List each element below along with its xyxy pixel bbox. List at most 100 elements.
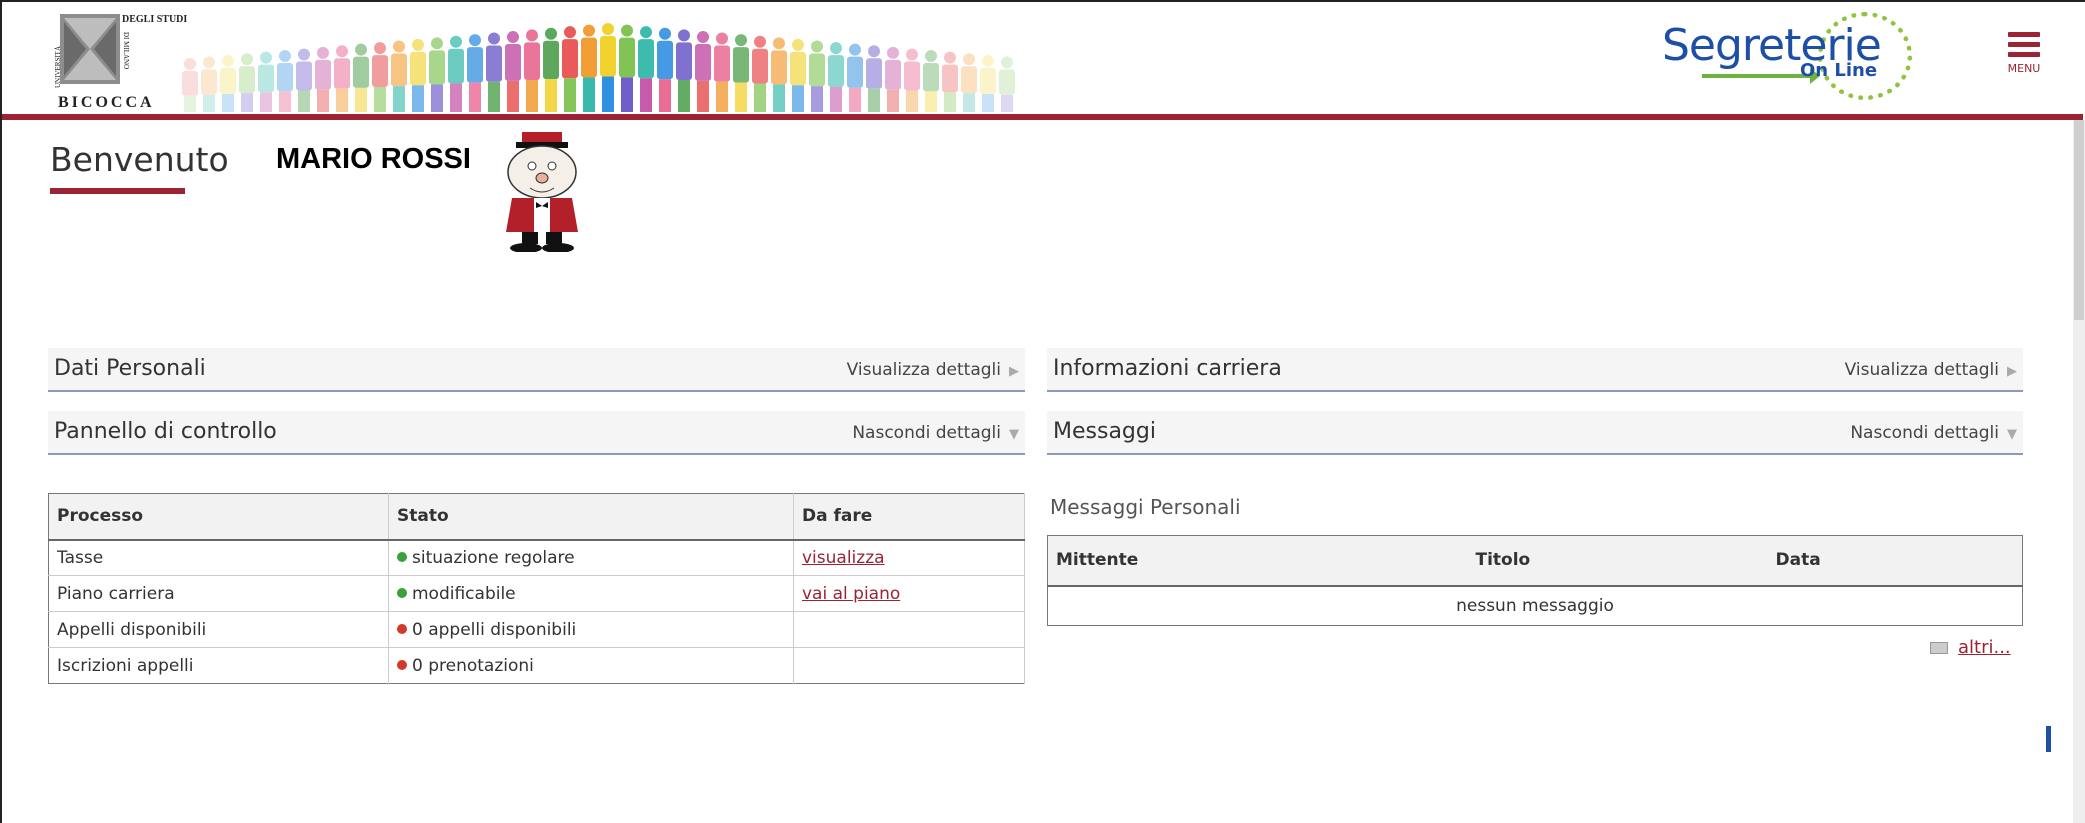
cell-processo: Tasse: [48, 539, 389, 576]
status-ok-icon: [397, 551, 407, 562]
heading-underline: [50, 188, 185, 194]
table-row: Tasse situazione regolare visualizza: [48, 539, 1025, 576]
action-label: Visualizza dettagli: [846, 360, 1001, 380]
visualizza-dettagli-link[interactable]: Visualizza dettagli ▶: [847, 360, 1019, 380]
nascondi-dettagli-link[interactable]: Nascondi dettagli ▼: [852, 423, 1019, 443]
triangle-right-icon: ▶: [1009, 364, 1019, 379]
altri-messages-link[interactable]: altri...: [1930, 637, 2011, 658]
cell-stato: situazione regolare: [388, 539, 794, 576]
person-figure: [771, 37, 787, 112]
panel-title: Informazioni carriera: [1053, 356, 1282, 381]
brand-subtitle: On Line: [1800, 60, 1878, 81]
menu-label: MENU: [2007, 62, 2041, 75]
cell-stato: 0 prenotazioni: [388, 647, 794, 684]
messages-table: Mittente Titolo Data nessun messaggio: [1047, 535, 2023, 626]
messages-section-title: Messaggi Personali: [1050, 495, 1241, 519]
person-figure: [353, 43, 369, 112]
user-name: MARIO ROSSI: [270, 143, 477, 176]
logo-top-text: DEGLI STUDI: [122, 14, 188, 25]
person-figure: [866, 45, 882, 112]
cell-da-fare: visualizza: [793, 539, 1025, 576]
header-accent-bar: [2, 114, 2083, 120]
person-figure: [429, 37, 445, 112]
person-figure: [790, 38, 806, 112]
person-figure: [467, 34, 483, 112]
person-figure: [486, 32, 502, 112]
hamburger-icon-line: [2008, 52, 2040, 57]
process-table: Processo Stato Da fare Tasse situazione …: [48, 493, 1025, 684]
column-header: Stato: [388, 493, 794, 541]
person-figure: [885, 46, 901, 112]
table-row: Piano carriera modificabile vai al piano: [48, 575, 1025, 612]
logo-emblem: [60, 14, 120, 84]
person-figure: [980, 54, 996, 112]
person-figure: [999, 56, 1015, 112]
person-figure: [600, 23, 616, 112]
column-header: Da fare: [793, 493, 1025, 541]
page-header: UNIVERSITÀ DEGLI STUDI DI MILANO BICOCCA…: [2, 2, 2083, 120]
person-figure: [410, 38, 426, 112]
table-row: Appelli disponibili 0 appelli disponibil…: [48, 611, 1025, 648]
hamburger-icon-line: [2008, 42, 2040, 47]
person-figure: [657, 27, 673, 112]
cell-da-fare: [793, 647, 1025, 684]
cell-stato: 0 appelli disponibili: [388, 611, 794, 648]
triangle-right-icon: ▶: [2007, 364, 2017, 379]
person-figure: [638, 26, 654, 112]
segreterie-online-logo[interactable]: Segreterie On Line: [1652, 10, 1912, 100]
triangle-down-icon: ▼: [2007, 427, 2017, 442]
empty-message: nessun messaggio: [1047, 585, 2023, 626]
person-figure: [391, 40, 407, 112]
status-warning-icon: [397, 623, 407, 634]
status-text: modificabile: [412, 583, 516, 604]
welcome-heading: Benvenuto: [50, 140, 229, 179]
person-figure: [220, 54, 236, 112]
panel-messaggi: Messaggi Nascondi dettagli ▼: [1047, 411, 2023, 455]
cell-stato: modificabile: [388, 575, 794, 612]
nascondi-dettagli-link[interactable]: Nascondi dettagli ▼: [1850, 423, 2017, 443]
university-logo[interactable]: UNIVERSITÀ DEGLI STUDI DI MILANO BICOCCA: [54, 10, 187, 112]
panel-informazioni-carriera: Informazioni carriera Visualizza dettagl…: [1047, 348, 2023, 392]
person-figure: [505, 30, 521, 112]
mascot-image: [492, 132, 592, 253]
person-figure: [676, 29, 692, 112]
panel-title: Dati Personali: [54, 356, 206, 381]
cell-processo: Iscrizioni appelli: [48, 647, 389, 684]
status-warning-icon: [397, 659, 407, 670]
cell-processo: Appelli disponibili: [48, 611, 389, 648]
column-header: Processo: [48, 493, 389, 541]
person-figure: [714, 32, 730, 112]
person-figure: [619, 24, 635, 112]
person-figure: [562, 26, 578, 112]
person-figure: [372, 42, 388, 112]
person-figure: [581, 24, 597, 112]
person-figure: [923, 50, 939, 112]
table-row: Iscrizioni appelli 0 prenotazioni: [48, 647, 1025, 684]
action-label: Visualizza dettagli: [1844, 360, 1999, 380]
status-text: 0 prenotazioni: [412, 655, 534, 676]
person-figure: [752, 35, 768, 112]
action-label: Nascondi dettagli: [1850, 423, 1999, 443]
triangle-down-icon: ▼: [1009, 427, 1019, 442]
person-figure: [543, 27, 559, 112]
person-figure: [315, 46, 331, 112]
vai-al-piano-link[interactable]: vai al piano: [802, 584, 900, 604]
cell-processo: Piano carriera: [48, 575, 389, 612]
visualizza-dettagli-link[interactable]: Visualizza dettagli ▶: [1845, 360, 2017, 380]
people-banner-image: [180, 12, 1040, 112]
person-figure: [182, 58, 198, 112]
table-header-row: Processo Stato Da fare: [48, 493, 1025, 541]
scrollbar-thumb[interactable]: [2074, 120, 2084, 320]
person-figure: [942, 51, 958, 112]
envelope-icon: [1930, 642, 1948, 654]
visualizza-link[interactable]: visualizza: [802, 548, 885, 568]
person-figure: [239, 53, 255, 112]
cell-da-fare: vai al piano: [793, 575, 1025, 612]
action-label: Nascondi dettagli: [852, 423, 1001, 443]
person-figure: [201, 56, 217, 112]
altri-link-text[interactable]: altri...: [1958, 637, 2011, 658]
vertical-scrollbar[interactable]: [2073, 120, 2085, 823]
menu-button[interactable]: MENU: [2004, 32, 2044, 92]
panel-title: Pannello di controllo: [54, 419, 277, 444]
logo-name: BICOCCA: [58, 94, 155, 111]
